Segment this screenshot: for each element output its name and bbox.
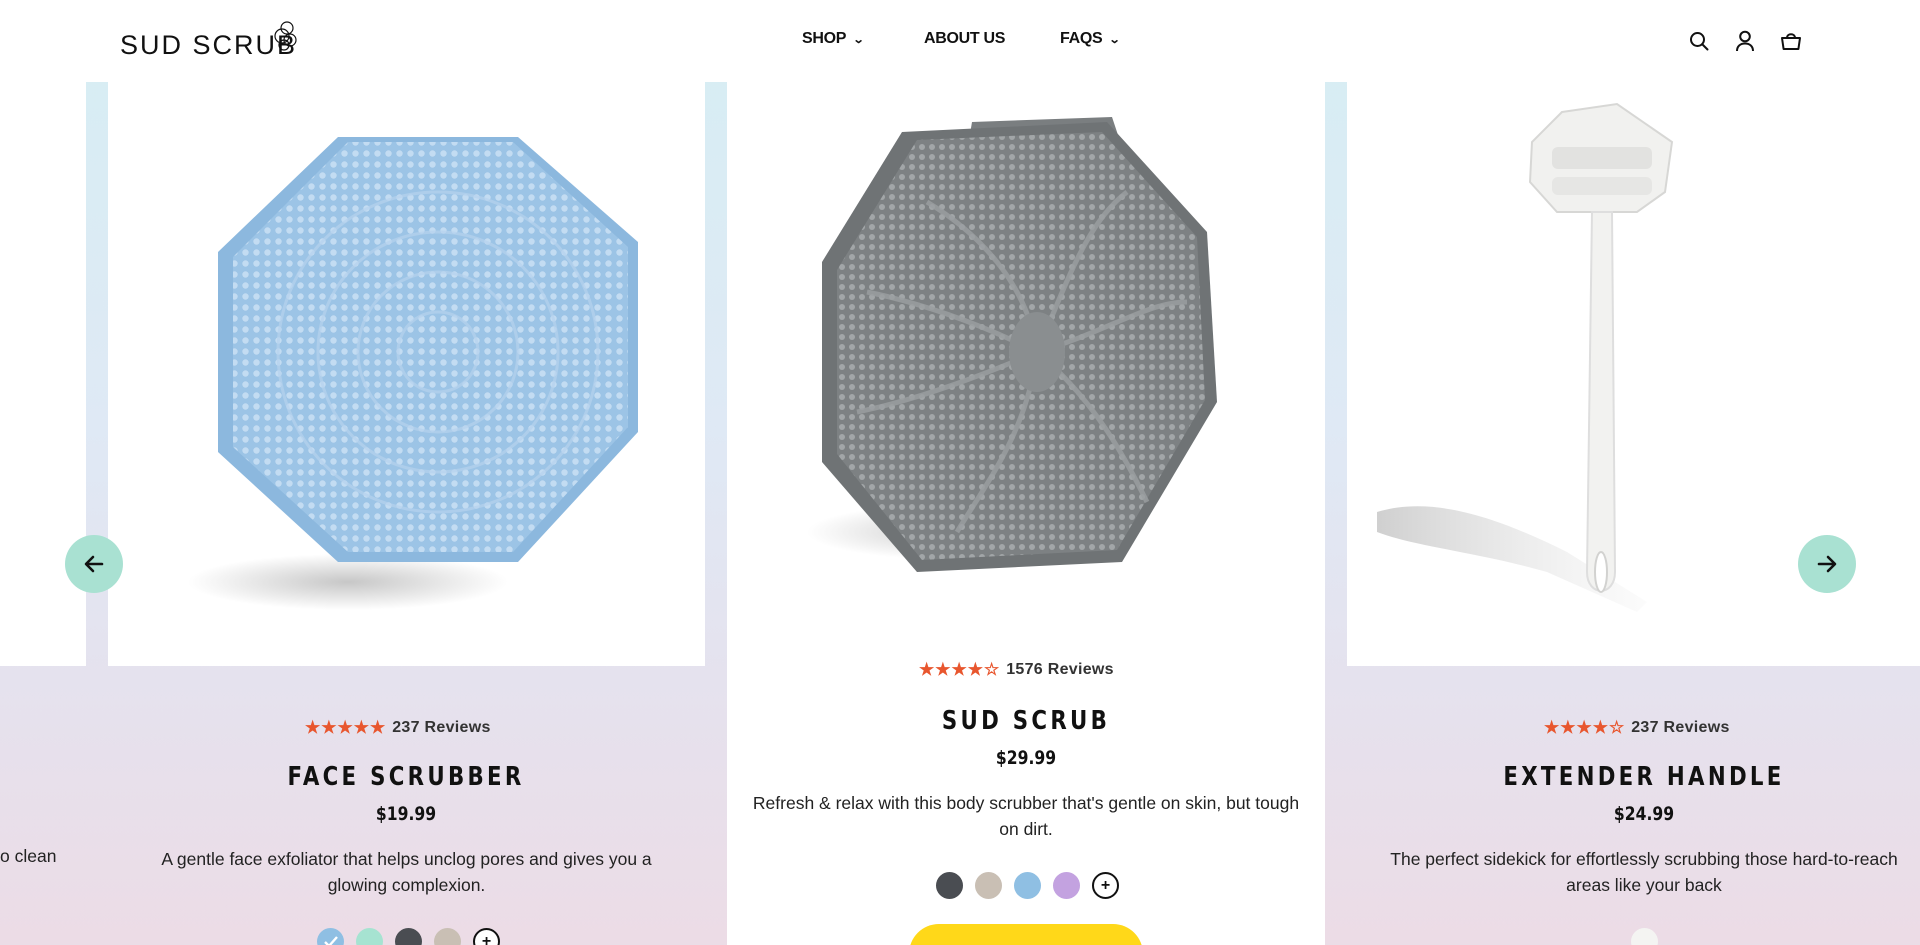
swatch-mint[interactable]: [356, 928, 383, 945]
carousel-next-button[interactable]: [1798, 535, 1856, 593]
swatch-stone[interactable]: [434, 928, 461, 945]
previous-card-description-partial: o clean: [0, 846, 57, 866]
plus-icon[interactable]: +: [1092, 872, 1119, 899]
main-nav: SHOP ⌄ ABOUT US FAQS ⌄: [0, 30, 1920, 54]
swatch-blue[interactable]: [1014, 872, 1041, 899]
color-swatches: [1631, 928, 1658, 945]
swatch-stone[interactable]: [975, 872, 1002, 899]
rating-face-scrubber[interactable]: ★★★★★ 237 Reviews: [305, 718, 491, 738]
swatch-blue-selected[interactable]: [317, 928, 344, 945]
color-swatches: +: [936, 872, 1119, 899]
arrow-right-icon: [1817, 555, 1837, 573]
nav-about-label: ABOUT US: [924, 30, 1006, 47]
product-title[interactable]: FACE SCRUBBER: [242, 762, 570, 792]
rating-sud-scrub[interactable]: ★★★★☆ 1576 Reviews: [919, 660, 1114, 680]
header-actions: [1686, 28, 1804, 54]
star-rating-icon: ★★★★★: [305, 718, 387, 737]
nav-about[interactable]: ABOUT US: [924, 30, 1005, 48]
star-rating-icon: ★★★★☆: [919, 660, 1001, 679]
account-icon[interactable]: [1732, 28, 1758, 54]
product-image-sud-scrub[interactable]: [727, 82, 1325, 642]
cart-icon[interactable]: [1778, 28, 1804, 54]
nav-shop-label: SHOP: [802, 30, 847, 47]
chevron-down-icon: ⌄: [1109, 33, 1121, 46]
product-price: $29.99: [995, 747, 1057, 769]
swatch-charcoal[interactable]: [395, 928, 422, 945]
carousel-prev-button[interactable]: [65, 535, 123, 593]
nav-faqs[interactable]: FAQS ⌄: [1060, 30, 1121, 48]
star-rating-icon: ★★★★☆: [1544, 718, 1626, 737]
product-description: Refresh & relax with this body scrubber …: [752, 793, 1300, 839]
review-count: 1576 Reviews: [1006, 661, 1114, 678]
rating-extender-handle[interactable]: ★★★★☆ 237 Reviews: [1544, 718, 1730, 738]
product-image-face-scrubber[interactable]: [108, 82, 705, 666]
product-description: The perfect sidekick for effortlessly sc…: [1390, 849, 1898, 895]
chevron-down-icon: ⌄: [852, 33, 865, 46]
swatch-white[interactable]: [1631, 928, 1658, 945]
swatch-charcoal[interactable]: [936, 872, 963, 899]
color-swatches: +: [317, 928, 500, 945]
product-description: A gentle face exfoliator that helps uncl…: [161, 849, 652, 895]
site-header: SUD SCRUB SHOP ⌄ ABOUT US FAQS ⌄: [0, 0, 1920, 82]
arrow-left-icon: [84, 555, 104, 573]
product-title[interactable]: SUD SCRUB: [862, 706, 1190, 736]
product-card-sud-scrub[interactable]: ★★★★☆ 1576 Reviews SUD SCRUB $29.99 Refr…: [727, 82, 1325, 945]
review-count: 237 Reviews: [1631, 719, 1730, 736]
plus-icon[interactable]: +: [473, 928, 500, 945]
swatch-lavender[interactable]: [1053, 872, 1080, 899]
review-count: 237 Reviews: [392, 719, 491, 736]
product-price: $24.99: [1613, 803, 1675, 825]
add-to-cart-button[interactable]: [909, 924, 1143, 945]
search-icon[interactable]: [1686, 28, 1712, 54]
nav-faqs-label: FAQS: [1060, 30, 1103, 47]
nav-shop[interactable]: SHOP ⌄: [802, 30, 865, 48]
product-title[interactable]: EXTENDER HANDLE: [1480, 762, 1808, 792]
product-price: $19.99: [375, 803, 437, 825]
check-icon: [324, 936, 338, 945]
